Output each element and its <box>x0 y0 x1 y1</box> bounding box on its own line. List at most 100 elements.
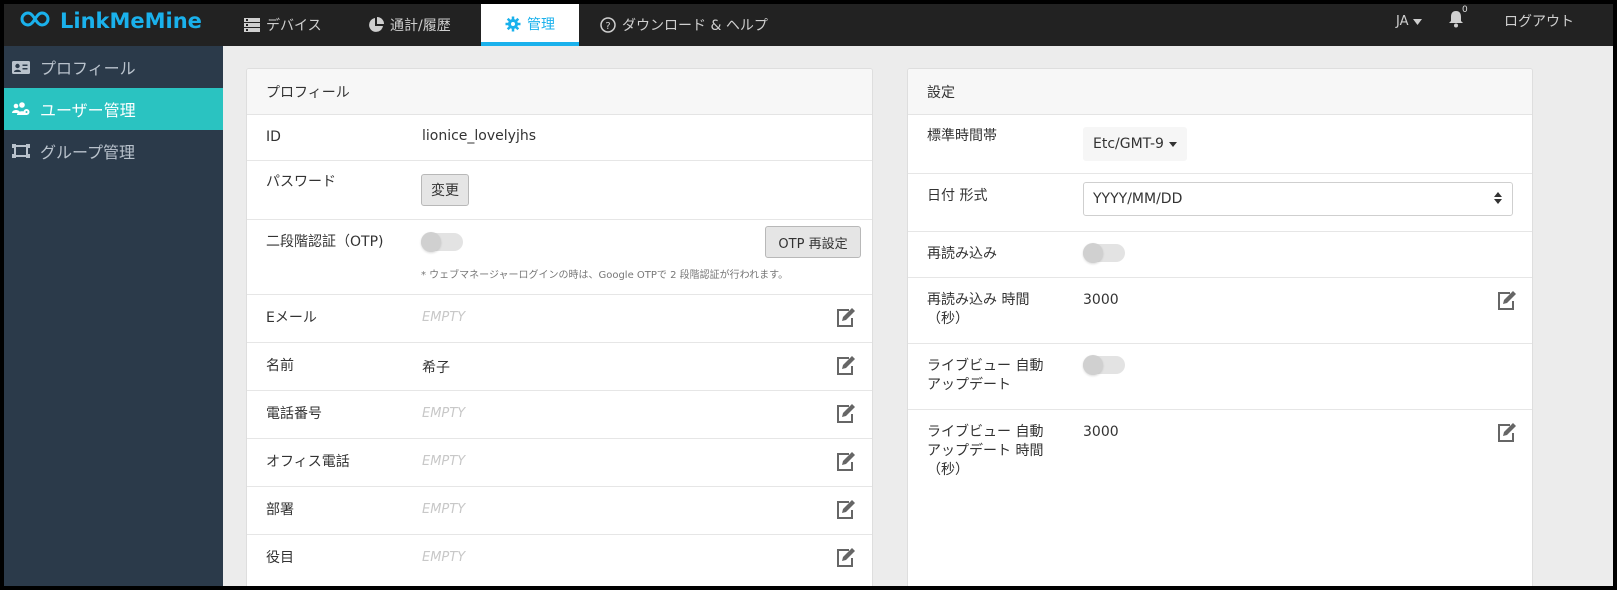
edit-liveview-time-icon[interactable] <box>1495 422 1517 444</box>
id-value: lionice_lovelyjhs <box>422 128 537 144</box>
edit-office-phone-icon[interactable] <box>834 451 856 473</box>
settings-row-date-format: 日付 形式 YYYY/MM/DD <box>908 174 1532 232</box>
sidebar-item-user-management-label: ユーザー管理 <box>40 101 136 120</box>
settings-row-reload-time: 再読み込み 時間 （秒） 3000 <box>908 278 1532 344</box>
timezone-label: 標準時間帯 <box>927 128 997 144</box>
tab-download-help[interactable]: ? ダウンロード & ヘルプ <box>600 4 768 46</box>
email-value: EMPTY <box>422 310 466 325</box>
otp-note: * ウェブマネージャーログインの時は、Google OTPで 2 段階認証が行わ… <box>421 270 789 281</box>
reload-time-label-line1: 再読み込み 時間 <box>927 292 1030 308</box>
id-card-icon <box>10 60 32 74</box>
bell-icon <box>1448 11 1464 32</box>
id-label: ID <box>266 129 281 145</box>
settings-panel: 設定 標準時間帯 Etc/GMT-9 日付 形式 YYYY/MM/DD 再読み込… <box>907 68 1533 586</box>
question-circle-icon: ? <box>600 17 616 33</box>
profile-row-password: パスワード 変更 <box>247 161 872 220</box>
profile-row-department: 部署 EMPTY <box>247 487 872 535</box>
pie-chart-icon <box>368 17 384 33</box>
otp-toggle[interactable] <box>421 232 463 252</box>
liveview-time-label: ライブビュー 自動 アップデート 時間 （秒） <box>927 423 1043 480</box>
password-label: パスワード <box>266 174 336 190</box>
edit-department-icon[interactable] <box>834 499 856 521</box>
sidebar-item-profile[interactable]: プロフィール <box>4 46 223 88</box>
date-format-value: YYYY/MM/DD <box>1093 191 1183 207</box>
profile-row-id: ID lionice_lovelyjhs <box>247 115 872 161</box>
liveview-time-value: 3000 <box>1083 424 1119 440</box>
reload-toggle[interactable] <box>1083 243 1125 263</box>
otp-reset-button[interactable]: OTP 再設定 <box>765 226 861 258</box>
svg-text:?: ? <box>605 21 610 32</box>
profile-row-name: 名前 希子 <box>247 343 872 391</box>
caret-down-icon <box>1412 14 1422 29</box>
server-icon <box>244 18 260 32</box>
timezone-dropdown[interactable]: Etc/GMT-9 <box>1083 127 1187 161</box>
edit-email-icon[interactable] <box>834 307 856 329</box>
profile-panel-title: プロフィール <box>247 69 872 115</box>
edit-phone-icon[interactable] <box>834 403 856 425</box>
liveview-label: ライブビュー 自動 アップデート <box>927 357 1043 395</box>
reload-time-label: 再読み込み 時間 （秒） <box>927 291 1029 329</box>
settings-row-liveview-update-time: ライブビュー 自動 アップデート 時間 （秒） 3000 <box>908 410 1532 550</box>
sidebar: プロフィール ユーザー管理 グループ管理 <box>4 46 223 586</box>
reload-time-label-line2: （秒） <box>927 311 969 327</box>
name-label: 名前 <box>266 358 294 374</box>
users-icon <box>10 102 32 116</box>
tab-help-label: ダウンロード & ヘルプ <box>622 18 768 34</box>
edit-name-icon[interactable] <box>834 355 856 377</box>
app-window: LinkMeMine デバイス 通計/履歴 管理 ? ダウンロード & ヘルプ <box>4 4 1613 586</box>
tab-devices[interactable]: デバイス <box>244 4 322 46</box>
group-frame-icon <box>10 144 32 158</box>
liveview-time-label-line2: アップデート 時間 <box>927 443 1044 459</box>
profile-row-role: 役目 EMPTY <box>247 535 872 583</box>
top-navbar: LinkMeMine デバイス 通計/履歴 管理 ? ダウンロード & ヘルプ <box>4 4 1613 46</box>
notification-count-badge: 0 <box>1462 5 1468 15</box>
department-value: EMPTY <box>422 502 466 517</box>
sort-arrows-icon <box>1494 192 1502 208</box>
app-logo[interactable]: LinkMeMine <box>20 9 202 33</box>
reload-label: 再読み込み <box>927 246 997 262</box>
language-selector[interactable]: JA <box>1396 4 1422 38</box>
edit-role-icon[interactable] <box>834 547 856 569</box>
date-format-select[interactable]: YYYY/MM/DD <box>1083 182 1513 216</box>
tab-admin[interactable]: 管理 <box>481 4 579 46</box>
email-label: Eメール <box>266 310 317 326</box>
tab-admin-label: 管理 <box>527 17 555 33</box>
profile-row-office-phone: オフィス電話 EMPTY <box>247 439 872 487</box>
sidebar-item-user-management[interactable]: ユーザー管理 <box>4 88 223 130</box>
role-label: 役目 <box>266 550 294 566</box>
office-phone-label: オフィス電話 <box>266 454 350 470</box>
edit-reload-time-icon[interactable] <box>1495 290 1517 312</box>
otp-label: 二段階認証（OTP) <box>266 234 384 250</box>
change-password-button[interactable]: 変更 <box>421 174 469 206</box>
profile-row-otp: 二段階認証（OTP) OTP 再設定 * ウェブマネージャーログインの時は、Go… <box>247 220 872 295</box>
settings-panel-title: 設定 <box>908 69 1532 115</box>
role-value: EMPTY <box>422 550 466 565</box>
gear-icon <box>505 16 521 32</box>
sidebar-item-group-management[interactable]: グループ管理 <box>4 130 223 172</box>
profile-row-email: Eメール EMPTY <box>247 295 872 343</box>
office-phone-value: EMPTY <box>422 454 466 469</box>
caret-down-icon <box>1168 141 1177 147</box>
sidebar-item-profile-label: プロフィール <box>40 59 136 78</box>
logout-link[interactable]: ログアウト <box>1504 4 1574 38</box>
notifications-button[interactable]: 0 <box>1448 5 1468 34</box>
infinity-logo-icon <box>20 9 58 33</box>
liveview-label-line1: ライブビュー 自動 <box>927 358 1044 374</box>
app-logo-text: LinkMeMine <box>60 9 202 33</box>
profile-row-phone: 電話番号 EMPTY <box>247 391 872 439</box>
liveview-time-label-line3: （秒） <box>927 462 969 478</box>
liveview-time-label-line1: ライブビュー 自動 <box>927 424 1044 440</box>
settings-row-timezone: 標準時間帯 Etc/GMT-9 <box>908 115 1532 174</box>
tab-statistics-label: 通計/履歴 <box>390 18 451 34</box>
phone-value: EMPTY <box>422 406 466 421</box>
profile-panel: プロフィール ID lionice_lovelyjhs パスワード 変更 二段階… <box>246 68 873 586</box>
department-label: 部署 <box>266 502 294 518</box>
settings-row-reload: 再読み込み <box>908 232 1532 278</box>
timezone-value: Etc/GMT-9 <box>1093 136 1164 152</box>
tab-statistics-history[interactable]: 通計/履歴 <box>368 4 451 46</box>
sidebar-item-group-management-label: グループ管理 <box>40 143 136 162</box>
liveview-label-line2: アップデート <box>927 377 1011 393</box>
reload-time-value: 3000 <box>1083 292 1119 308</box>
liveview-auto-update-toggle[interactable] <box>1083 355 1125 375</box>
date-format-label: 日付 形式 <box>927 188 988 204</box>
